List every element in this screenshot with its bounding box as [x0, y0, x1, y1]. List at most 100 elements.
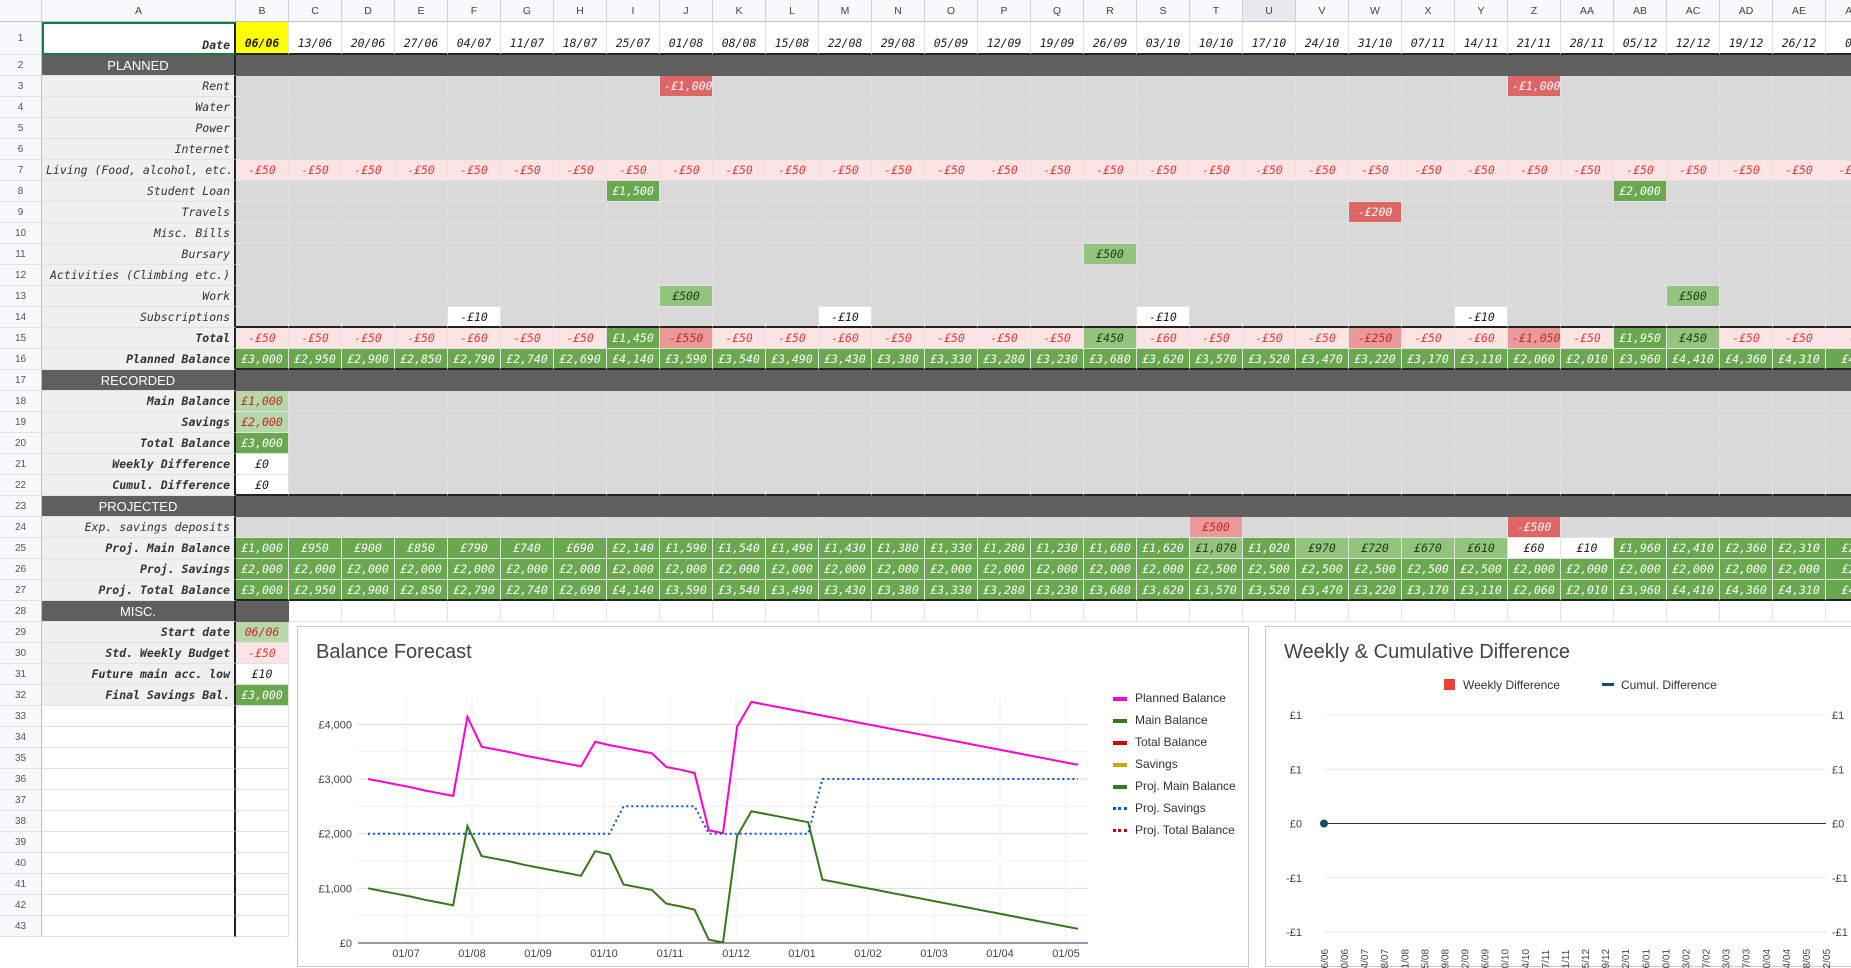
cell-F22[interactable] — [448, 475, 501, 496]
cell-AB27[interactable]: £3,960 — [1614, 580, 1667, 601]
cell-F23[interactable] — [448, 496, 501, 517]
column-header-AC[interactable]: AC — [1667, 0, 1720, 22]
row-header-3[interactable]: 3 — [0, 76, 42, 97]
cell-Y17[interactable] — [1455, 370, 1508, 391]
cell-W7[interactable]: -£50 — [1349, 160, 1402, 181]
cell-AE17[interactable] — [1773, 370, 1826, 391]
cell-AF10[interactable] — [1826, 223, 1851, 244]
cell-AF13[interactable] — [1826, 286, 1851, 307]
cell-U22[interactable] — [1243, 475, 1296, 496]
cell-S18[interactable] — [1137, 391, 1190, 412]
cell-L26[interactable]: £2,000 — [766, 559, 819, 580]
cell-P24[interactable] — [978, 517, 1031, 538]
cell-Q25[interactable]: £1,230 — [1031, 538, 1084, 559]
cell-Z14[interactable] — [1508, 307, 1561, 328]
cell-D4[interactable] — [342, 97, 395, 118]
cell-P9[interactable] — [978, 202, 1031, 223]
cell-C22[interactable] — [289, 475, 342, 496]
cell-AF16[interactable]: £4, — [1826, 349, 1851, 370]
cell-L19[interactable] — [766, 412, 819, 433]
cell-O6[interactable] — [925, 139, 978, 160]
cell-AC22[interactable] — [1667, 475, 1720, 496]
cell-Z26[interactable]: £2,000 — [1508, 559, 1561, 580]
row-header-36[interactable]: 36 — [0, 769, 42, 790]
cell-A4[interactable]: Water — [42, 97, 236, 118]
cell-V26[interactable]: £2,500 — [1296, 559, 1349, 580]
cell-B20[interactable]: £3,000 — [236, 433, 289, 454]
cell-N19[interactable] — [872, 412, 925, 433]
cell-D24[interactable] — [342, 517, 395, 538]
cell-G17[interactable] — [501, 370, 554, 391]
cell-M7[interactable]: -£50 — [819, 160, 872, 181]
column-header-Q[interactable]: Q — [1031, 0, 1084, 22]
cell-E19[interactable] — [395, 412, 448, 433]
column-header-U[interactable]: U — [1243, 0, 1296, 22]
cell-N3[interactable] — [872, 76, 925, 97]
column-header-O[interactable]: O — [925, 0, 978, 22]
column-header-G[interactable]: G — [501, 0, 554, 22]
cell-N24[interactable] — [872, 517, 925, 538]
cell-F6[interactable] — [448, 139, 501, 160]
cell-X4[interactable] — [1402, 97, 1455, 118]
cell-R19[interactable] — [1084, 412, 1137, 433]
cell-AB24[interactable] — [1614, 517, 1667, 538]
cell-O28[interactable] — [925, 601, 978, 622]
row-header-19[interactable]: 19 — [0, 412, 42, 433]
cell-H7[interactable]: -£50 — [554, 160, 607, 181]
cell-A6[interactable]: Internet — [42, 139, 236, 160]
cell-W9[interactable]: -£200 — [1349, 202, 1402, 223]
cell-AD5[interactable] — [1720, 118, 1773, 139]
cell-T14[interactable] — [1190, 307, 1243, 328]
cell-C7[interactable]: -£50 — [289, 160, 342, 181]
cell-W3[interactable] — [1349, 76, 1402, 97]
cell-H11[interactable] — [554, 244, 607, 265]
cell-X19[interactable] — [1402, 412, 1455, 433]
weekly-difference-chart[interactable]: Weekly & Cumulative Difference -£1 -£1 -£1… — [1265, 626, 1851, 968]
cell-G22[interactable] — [501, 475, 554, 496]
cell-G5[interactable] — [501, 118, 554, 139]
cell-I5[interactable] — [607, 118, 660, 139]
cell-V2[interactable] — [1296, 55, 1349, 76]
cell-N2[interactable] — [872, 55, 925, 76]
cell-F2[interactable] — [448, 55, 501, 76]
cell-F17[interactable] — [448, 370, 501, 391]
row-header-13[interactable]: 13 — [0, 286, 42, 307]
cell-D9[interactable] — [342, 202, 395, 223]
cell-S12[interactable] — [1137, 265, 1190, 286]
cell-E8[interactable] — [395, 181, 448, 202]
cell-AF20[interactable] — [1826, 433, 1851, 454]
cell-G25[interactable]: £740 — [501, 538, 554, 559]
row-header-31[interactable]: 31 — [0, 664, 42, 685]
cell-W10[interactable] — [1349, 223, 1402, 244]
cell-E2[interactable] — [395, 55, 448, 76]
cell-R24[interactable] — [1084, 517, 1137, 538]
cell-B33[interactable] — [236, 706, 289, 727]
cell-AA28[interactable] — [1561, 601, 1614, 622]
cell-AD28[interactable] — [1720, 601, 1773, 622]
column-header-AE[interactable]: AE — [1773, 0, 1826, 22]
cell-F8[interactable] — [448, 181, 501, 202]
cell-L12[interactable] — [766, 265, 819, 286]
cell-U13[interactable] — [1243, 286, 1296, 307]
cell-AF7[interactable]: -£50 — [1826, 160, 1851, 181]
cell-M23[interactable] — [819, 496, 872, 517]
cell-S9[interactable] — [1137, 202, 1190, 223]
cell-R23[interactable] — [1084, 496, 1137, 517]
cell-AC28[interactable] — [1667, 601, 1720, 622]
cell-I14[interactable] — [607, 307, 660, 328]
cell-N12[interactable] — [872, 265, 925, 286]
cell-Y21[interactable] — [1455, 454, 1508, 475]
cell-E15[interactable]: -£50 — [395, 328, 448, 349]
cell-N14[interactable] — [872, 307, 925, 328]
cell-AD16[interactable]: £4,360 — [1720, 349, 1773, 370]
cell-L8[interactable] — [766, 181, 819, 202]
cell-V14[interactable] — [1296, 307, 1349, 328]
cell-Y24[interactable] — [1455, 517, 1508, 538]
row-header-41[interactable]: 41 — [0, 874, 42, 895]
cell-V4[interactable] — [1296, 97, 1349, 118]
cell-X15[interactable]: -£50 — [1402, 328, 1455, 349]
cell-C27[interactable]: £2,950 — [289, 580, 342, 601]
cell-B13[interactable] — [236, 286, 289, 307]
cell-J22[interactable] — [660, 475, 713, 496]
cell-W24[interactable] — [1349, 517, 1402, 538]
